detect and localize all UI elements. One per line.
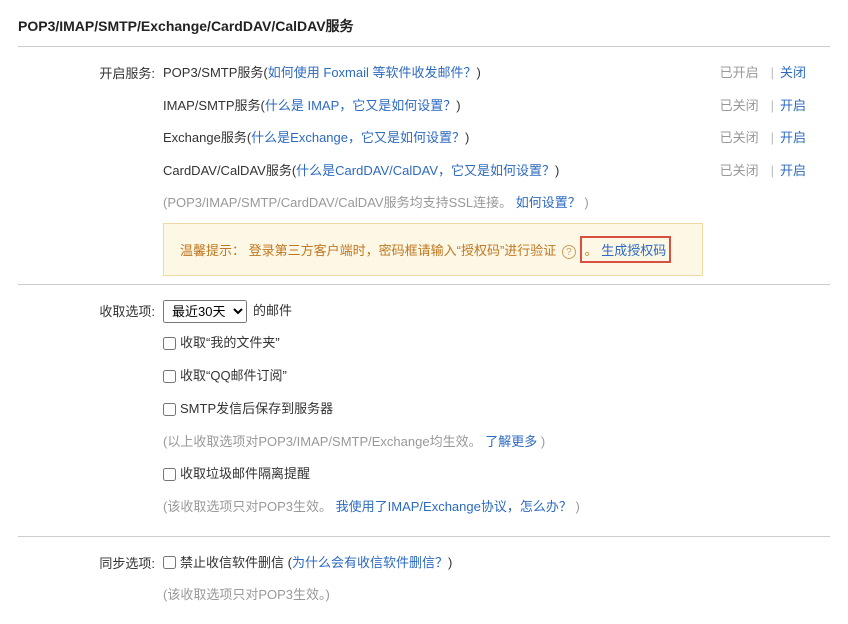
checkbox-qqsub[interactable] bbox=[163, 370, 176, 383]
checkbox-smtp-save[interactable] bbox=[163, 403, 176, 416]
receive-options-section: 收取选项: 最近30天 的邮件 收取“我的文件夹” 收取“QQ邮件订阅” bbox=[18, 284, 830, 536]
checkbox-label: SMTP发信后保存到服务器 bbox=[180, 397, 333, 422]
learn-more-link[interactable]: 了解更多 bbox=[485, 434, 537, 449]
checkbox-myfolder[interactable] bbox=[163, 337, 176, 350]
sync-options-label: 同步选项: bbox=[18, 551, 163, 572]
checkbox-forbid-delete[interactable] bbox=[163, 556, 176, 569]
service-name: Exchange服务 bbox=[163, 126, 247, 151]
checkbox-row-forbid-delete: 禁止收信软件删信 ( 为什么会有收信软件删信？ ) bbox=[163, 551, 830, 576]
service-row-carddav: CardDAV/CalDAV服务 ( 什么是CardDAV/CalDAV，它又是… bbox=[163, 159, 830, 184]
service-name: POP3/SMTP服务 bbox=[163, 61, 263, 86]
receive-hint: (以上收取选项对POP3/IMAP/SMTP/Exchange均生效。 了解更多… bbox=[163, 430, 830, 455]
help-link-pop3[interactable]: 如何使用 Foxmail 等软件收发邮件？ bbox=[268, 61, 477, 86]
tip-box: 温馨提示： 登录第三方客户端时，密码框请输入“授权码”进行验证 ? 。 生成授权… bbox=[163, 223, 703, 276]
service-row-imap: IMAP/SMTP服务 ( 什么是 IMAP，它又是如何设置？ ) 已关闭 | … bbox=[163, 94, 830, 119]
receive-range-select[interactable]: 最近30天 bbox=[163, 300, 247, 323]
help-link-exchange[interactable]: 什么是Exchange，它又是如何设置？ bbox=[251, 126, 465, 151]
checkbox-label: 收取“QQ邮件订阅” bbox=[180, 364, 287, 389]
receive-hint2: (该收取选项只对POP3生效。 我使用了IMAP/Exchange协议，怎么办？… bbox=[163, 495, 830, 520]
generate-auth-code-link[interactable]: 生成授权码 bbox=[601, 243, 666, 258]
service-action-exchange[interactable]: 开启 bbox=[780, 126, 806, 151]
checkbox-row-smtp-save: SMTP发信后保存到服务器 bbox=[163, 397, 830, 422]
tip-highlight-box: 。 生成授权码 bbox=[580, 236, 672, 263]
enable-service-label: 开启服务: bbox=[18, 61, 163, 82]
service-row-pop3: POP3/SMTP服务 ( 如何使用 Foxmail 等软件收发邮件？ ) 已开… bbox=[163, 61, 830, 86]
sync-hint: (该收取选项只对POP3生效。) bbox=[163, 583, 830, 608]
checkbox-spam[interactable] bbox=[163, 468, 176, 481]
receive-options-label: 收取选项: bbox=[18, 299, 163, 320]
service-status: 已开启 bbox=[720, 61, 759, 86]
service-action-imap[interactable]: 开启 bbox=[780, 94, 806, 119]
service-action-pop3[interactable]: 关闭 bbox=[780, 61, 806, 86]
ssl-help-link[interactable]: 如何设置？ bbox=[516, 195, 581, 210]
section-title: POP3/IMAP/SMTP/Exchange/CardDAV/CalDAV服务 bbox=[18, 0, 830, 47]
checkbox-label: 禁止收信软件删信 bbox=[180, 551, 284, 576]
ssl-note: (POP3/IMAP/SMTP/CardDAV/CalDAV服务均支持SSL连接… bbox=[163, 192, 830, 211]
service-action-carddav[interactable]: 开启 bbox=[780, 159, 806, 184]
enable-service-section: 开启服务: POP3/SMTP服务 ( 如何使用 Foxmail 等软件收发邮件… bbox=[18, 47, 830, 284]
service-status: 已关闭 bbox=[720, 126, 759, 151]
tip-label: 温馨提示： bbox=[180, 243, 245, 258]
sync-options-section: 同步选项: 禁止收信软件删信 ( 为什么会有收信软件删信？ ) (该收取选项只对… bbox=[18, 536, 830, 624]
checkbox-label: 收取“我的文件夹” bbox=[180, 331, 280, 356]
imap-exchange-help-link[interactable]: 我使用了IMAP/Exchange协议，怎么办？ bbox=[336, 499, 572, 514]
receive-range-suffix: 的邮件 bbox=[253, 299, 292, 324]
help-link-imap[interactable]: 什么是 IMAP，它又是如何设置？ bbox=[265, 94, 456, 119]
checkbox-row-qqsub: 收取“QQ邮件订阅” bbox=[163, 364, 830, 389]
help-link-carddav[interactable]: 什么是CardDAV/CalDAV，它又是如何设置？ bbox=[296, 159, 555, 184]
why-delete-help-link[interactable]: 为什么会有收信软件删信？ bbox=[292, 551, 448, 576]
checkbox-row-myfolder: 收取“我的文件夹” bbox=[163, 331, 830, 356]
service-row-exchange: Exchange服务 ( 什么是Exchange，它又是如何设置？ ) 已关闭 … bbox=[163, 126, 830, 151]
tip-text: 登录第三方客户端时，密码框请输入“授权码”进行验证 bbox=[249, 243, 557, 258]
service-name: IMAP/SMTP服务 bbox=[163, 94, 261, 119]
checkbox-label: 收取垃圾邮件隔离提醒 bbox=[180, 462, 310, 487]
service-status: 已关闭 bbox=[720, 159, 759, 184]
service-name: CardDAV/CalDAV服务 bbox=[163, 159, 292, 184]
checkbox-row-spam: 收取垃圾邮件隔离提醒 bbox=[163, 462, 830, 487]
help-icon[interactable]: ? bbox=[562, 245, 576, 259]
service-status: 已关闭 bbox=[720, 94, 759, 119]
